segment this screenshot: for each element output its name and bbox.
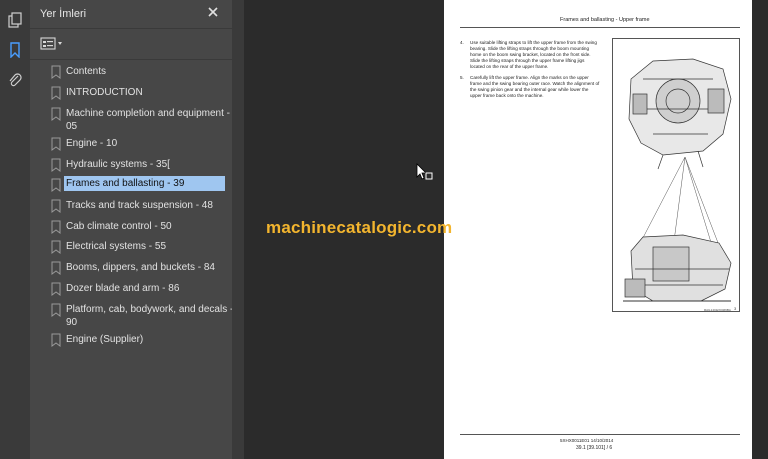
pages-icon[interactable] bbox=[7, 12, 23, 28]
paperclip-icon[interactable] bbox=[7, 72, 23, 88]
bookmark-icon bbox=[51, 178, 61, 192]
instruction-step: 5. Carefully lift the upper frame. Align… bbox=[460, 75, 600, 107]
footer-rule bbox=[460, 434, 740, 435]
left-tool-rail bbox=[0, 0, 31, 459]
bookmark-label: Dozer blade and arm - 86 bbox=[66, 283, 180, 294]
bookmark-item[interactable]: Dozer blade and arm - 86 bbox=[30, 280, 232, 298]
bookmarks-panel: Yer İmleri Contents INTRODUCTION Machine… bbox=[30, 0, 234, 459]
bookmark-label: Cab climate control - 50 bbox=[66, 221, 172, 232]
bookmark-icon bbox=[51, 261, 61, 275]
bookmark-icon bbox=[51, 199, 61, 213]
bookmark-icon bbox=[51, 240, 61, 254]
footer-page-reference: 39.1 [39.101] / 6 bbox=[576, 445, 613, 451]
bookmark-label: Frames and ballasting - 39 bbox=[64, 176, 225, 191]
bookmarks-panel-header: Yer İmleri bbox=[30, 0, 232, 28]
panel-splitter[interactable] bbox=[232, 0, 472, 459]
figure-number: 3 bbox=[734, 306, 737, 311]
bookmark-item[interactable]: Machine completion and equipment - 05 bbox=[30, 105, 232, 133]
bookmark-label-continued: 05 bbox=[66, 121, 78, 132]
step-text: Carefully lift the upper frame. Align th… bbox=[470, 75, 600, 98]
step-number: 4. bbox=[460, 40, 464, 45]
bookmark-item[interactable]: Contents bbox=[30, 63, 232, 81]
bookmark-label: Tracks and track suspension - 48 bbox=[66, 200, 213, 211]
bookmark-label: Engine (Supplier) bbox=[66, 334, 144, 345]
bookmark-item[interactable]: Engine (Supplier) bbox=[30, 331, 232, 349]
bookmark-icon bbox=[51, 86, 61, 100]
bookmark-icon bbox=[51, 220, 61, 234]
bookmark-item[interactable]: Hydraulic systems - 35[ bbox=[30, 156, 232, 174]
bookmark-icon[interactable] bbox=[7, 42, 23, 58]
bookmark-label: Electrical systems - 55 bbox=[66, 241, 167, 252]
bookmark-item[interactable]: INTRODUCTION bbox=[30, 84, 232, 102]
pdf-page: Frames and ballasting - Upper frame 4. U… bbox=[444, 0, 752, 459]
technical-figure bbox=[612, 38, 740, 312]
bookmark-icon bbox=[51, 303, 61, 317]
bookmark-item[interactable]: Cab climate control - 50 bbox=[30, 218, 232, 236]
options-menu-icon[interactable] bbox=[40, 36, 64, 52]
bookmark-icon bbox=[51, 65, 61, 79]
bookmark-label: Booms, dippers, and buckets - 84 bbox=[66, 262, 215, 273]
bookmark-icon bbox=[51, 107, 61, 121]
figure-code: RAIL14CEX0469BA bbox=[704, 308, 731, 312]
bookmarks-panel-title: Yer İmleri bbox=[40, 8, 87, 20]
bookmark-label: INTRODUCTION bbox=[66, 87, 143, 98]
bookmark-item[interactable]: Tracks and track suspension - 48 bbox=[30, 197, 232, 215]
bookmark-label: Contents bbox=[66, 66, 107, 77]
bookmark-label: Platform, cab, bodywork, and decals - bbox=[66, 304, 234, 315]
close-icon[interactable] bbox=[206, 5, 220, 19]
bookmark-icon bbox=[51, 158, 61, 172]
bookmark-label: Engine - 10 bbox=[66, 138, 118, 149]
step-number: 5. bbox=[460, 75, 464, 80]
bookmark-item[interactable]: Engine - 10 bbox=[30, 135, 232, 153]
page-header: Frames and ballasting - Upper frame bbox=[560, 17, 650, 23]
bookmark-label: Machine completion and equipment - bbox=[66, 108, 230, 119]
step-text: Use suitable lifting straps to lift the … bbox=[470, 40, 597, 69]
bookmark-label: Hydraulic systems - 35[ bbox=[66, 159, 170, 170]
bookmark-item[interactable]: Platform, cab, bodywork, and decals - 90 bbox=[30, 301, 234, 329]
watermark-text: machinecatalogic.com bbox=[266, 218, 453, 237]
bookmark-item-selected[interactable]: Frames and ballasting - 39 bbox=[30, 176, 232, 194]
footer-doc-code: 5XHX0011E01 14/10/2014 bbox=[560, 438, 614, 443]
bookmark-item[interactable]: Electrical systems - 55 bbox=[30, 238, 232, 256]
bookmarks-toolbar bbox=[30, 28, 232, 60]
header-rule bbox=[460, 27, 740, 28]
bookmark-icon bbox=[51, 137, 61, 151]
bookmark-icon bbox=[51, 282, 61, 296]
mouse-cursor-icon bbox=[416, 163, 433, 180]
bookmark-icon bbox=[51, 333, 61, 347]
bookmark-label-continued: 90 bbox=[66, 317, 78, 328]
bookmark-item[interactable]: Booms, dippers, and buckets - 84 bbox=[30, 259, 232, 277]
instruction-step: 4. Use suitable lifting straps to lift t… bbox=[460, 40, 600, 72]
upper-frame-lifting-illustration bbox=[623, 58, 732, 302]
